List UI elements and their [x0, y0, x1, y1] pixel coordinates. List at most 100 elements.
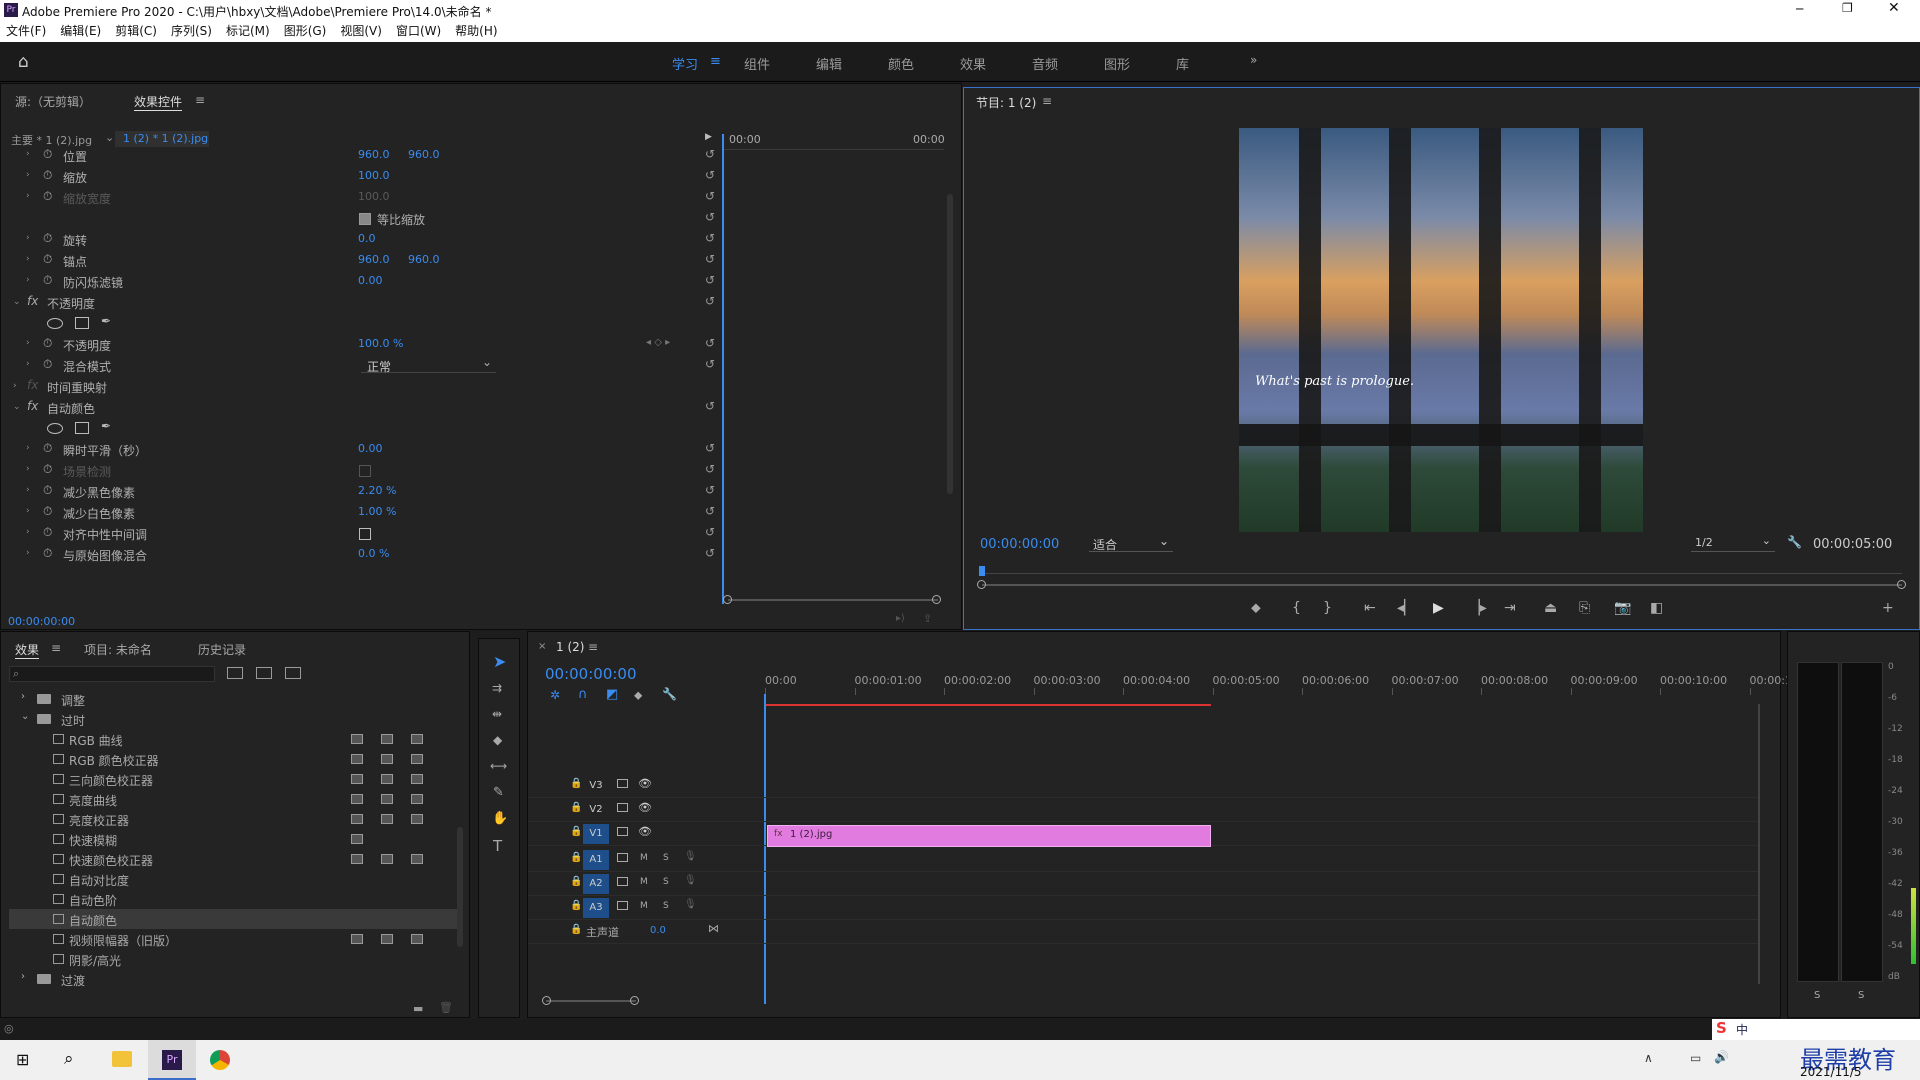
property-value[interactable]: 0.0: [358, 232, 376, 245]
reset-icon[interactable]: ↺: [705, 357, 715, 371]
stopwatch-icon[interactable]: ⏱: [43, 336, 52, 351]
stopwatch-icon[interactable]: ⏱: [43, 147, 52, 162]
effects-list-item[interactable]: 自动颜色: [9, 909, 461, 929]
property-value-2[interactable]: 960.0: [408, 148, 440, 161]
sync-lock-icon[interactable]: [617, 901, 628, 910]
premiere-taskbar-icon[interactable]: Pr: [148, 1040, 196, 1080]
stopwatch-icon[interactable]: ⏱: [43, 525, 52, 540]
stopwatch-icon[interactable]: ⏱: [43, 168, 52, 183]
property-value[interactable]: 960.0: [358, 148, 390, 161]
stopwatch-icon[interactable]: ⏱: [43, 462, 52, 477]
eye-icon[interactable]: 👁: [638, 801, 652, 814]
property-value[interactable]: 960.0: [358, 253, 390, 266]
zoom-handle-left[interactable]: [542, 996, 551, 1005]
eye-icon[interactable]: 👁: [638, 825, 652, 838]
chevron-right-icon[interactable]: ›: [26, 485, 30, 495]
chevron-down-icon[interactable]: ›: [13, 381, 17, 391]
stopwatch-icon[interactable]: ⏱: [43, 231, 52, 246]
chevron-down-icon[interactable]: ⌄: [105, 131, 114, 144]
trash-icon[interactable]: 🗑: [439, 1001, 453, 1014]
lock-icon[interactable]: 🔒: [570, 826, 582, 837]
more-workspaces-icon[interactable]: »: [1250, 53, 1257, 67]
workspace-tab-2[interactable]: 编辑: [816, 54, 842, 73]
mute-button[interactable]: M: [640, 853, 648, 863]
search-icon[interactable]: ⌕: [64, 1049, 74, 1069]
selection-tool-icon[interactable]: ➤: [493, 652, 506, 671]
workspace-tab-6[interactable]: 图形: [1104, 54, 1130, 73]
chevron-down-icon[interactable]: ⌄: [13, 402, 21, 412]
stopwatch-icon[interactable]: ⏱: [43, 546, 52, 561]
chevron-right-icon[interactable]: ›: [21, 971, 25, 982]
sync-lock-icon[interactable]: [617, 853, 628, 862]
ellipse-mask-icon[interactable]: [47, 423, 63, 434]
fx-badge-icon[interactable]: fx: [27, 378, 38, 392]
program-scroll-track[interactable]: [982, 584, 1902, 586]
track-target[interactable]: V2: [583, 800, 609, 820]
timeline-vscroll[interactable]: [1758, 704, 1760, 984]
timeline-timecode[interactable]: 00:00:00:00: [545, 665, 637, 683]
effects-list-item[interactable]: 快速颜色校正器: [9, 849, 461, 869]
menu-item-6[interactable]: 视图(V): [340, 20, 382, 42]
ec-zoom-handle-left[interactable]: [723, 595, 732, 604]
effects-list-item[interactable]: 自动色阶: [9, 889, 461, 909]
nest-icon[interactable]: ✲: [550, 688, 560, 702]
effects-list-item[interactable]: 阴影/高光: [9, 949, 461, 969]
add-marker-icon[interactable]: ⬥: [1251, 600, 1261, 616]
stopwatch-icon[interactable]: ⏱: [43, 441, 52, 456]
menu-item-8[interactable]: 帮助(H): [455, 20, 497, 42]
menu-item-0[interactable]: 文件(F): [6, 20, 46, 42]
lock-icon[interactable]: 🔒: [570, 802, 582, 813]
export-frame-icon[interactable]: 📷: [1614, 600, 1631, 616]
effects-list-item[interactable]: › 过渡: [9, 969, 461, 989]
effects-list-item[interactable]: 自动对比度: [9, 869, 461, 889]
program-title[interactable]: 节目: 1 (2): [976, 94, 1036, 111]
ec-zoom-handle-right[interactable]: [932, 595, 941, 604]
resolution-dropdown[interactable]: 1/2 ⌄: [1691, 534, 1775, 552]
menu-item-7[interactable]: 窗口(W): [396, 20, 441, 42]
ellipse-mask-icon[interactable]: [47, 318, 63, 329]
chevron-right-icon[interactable]: ›: [26, 464, 30, 474]
tab-source[interactable]: 源:（无剪辑）: [15, 93, 91, 110]
chevron-right-icon[interactable]: ›: [26, 254, 30, 264]
tray-chevron-icon[interactable]: ∧: [1644, 1051, 1653, 1065]
reset-icon[interactable]: ↺: [705, 336, 715, 350]
chevron-right-icon[interactable]: ›: [26, 506, 30, 516]
panel-menu-icon[interactable]: ≡: [51, 641, 61, 655]
property-value[interactable]: 0.00: [358, 442, 383, 455]
program-playhead[interactable]: [979, 566, 985, 576]
stopwatch-icon[interactable]: ⏱: [43, 483, 52, 498]
pen-tool-icon[interactable]: ✎: [493, 785, 504, 800]
solo-button[interactable]: S: [663, 901, 669, 911]
scroll-handle-left[interactable]: [977, 580, 986, 589]
track-target[interactable]: A2: [583, 874, 609, 894]
sync-lock-icon[interactable]: [617, 779, 628, 788]
property-checkbox[interactable]: [359, 528, 371, 540]
uniform-scale-checkbox[interactable]: [359, 213, 371, 225]
workspace-tab-4[interactable]: 效果: [960, 54, 986, 73]
hand-tool-icon[interactable]: ✋: [492, 811, 508, 826]
play-icon[interactable]: ▶: [1433, 600, 1444, 616]
mark-out-icon[interactable]: }: [1323, 600, 1332, 616]
reset-icon[interactable]: ↺: [705, 168, 715, 182]
solo-right-button[interactable]: S: [1858, 990, 1864, 1001]
home-icon[interactable]: ⌂: [18, 52, 29, 72]
mic-icon[interactable]: 🎙: [684, 899, 697, 910]
workspace-tab-5[interactable]: 音频: [1032, 54, 1058, 73]
yuv-effects-icon[interactable]: [285, 667, 301, 679]
stopwatch-icon[interactable]: ⏱: [43, 189, 52, 204]
step-back-icon[interactable]: ◂▏: [1397, 600, 1415, 616]
reset-icon[interactable]: ↺: [705, 294, 715, 308]
track-target[interactable]: A1: [583, 850, 609, 870]
chevron-right-icon[interactable]: ›: [26, 149, 30, 159]
property-value[interactable]: 100.0 %: [358, 337, 403, 350]
effects-list-item[interactable]: 三向颜色校正器: [9, 769, 461, 789]
add-button-icon[interactable]: +: [1882, 600, 1894, 616]
32bit-effects-icon[interactable]: [256, 667, 272, 679]
panel-menu-icon[interactable]: ≡: [588, 640, 598, 654]
reset-icon[interactable]: ↺: [705, 210, 715, 224]
reset-icon[interactable]: ↺: [705, 273, 715, 287]
chevron-right-icon[interactable]: ›: [26, 233, 30, 243]
effects-list-item[interactable]: › 调整: [9, 689, 461, 709]
solo-button[interactable]: S: [663, 877, 669, 887]
workspace-tab-3[interactable]: 颜色: [888, 54, 914, 73]
